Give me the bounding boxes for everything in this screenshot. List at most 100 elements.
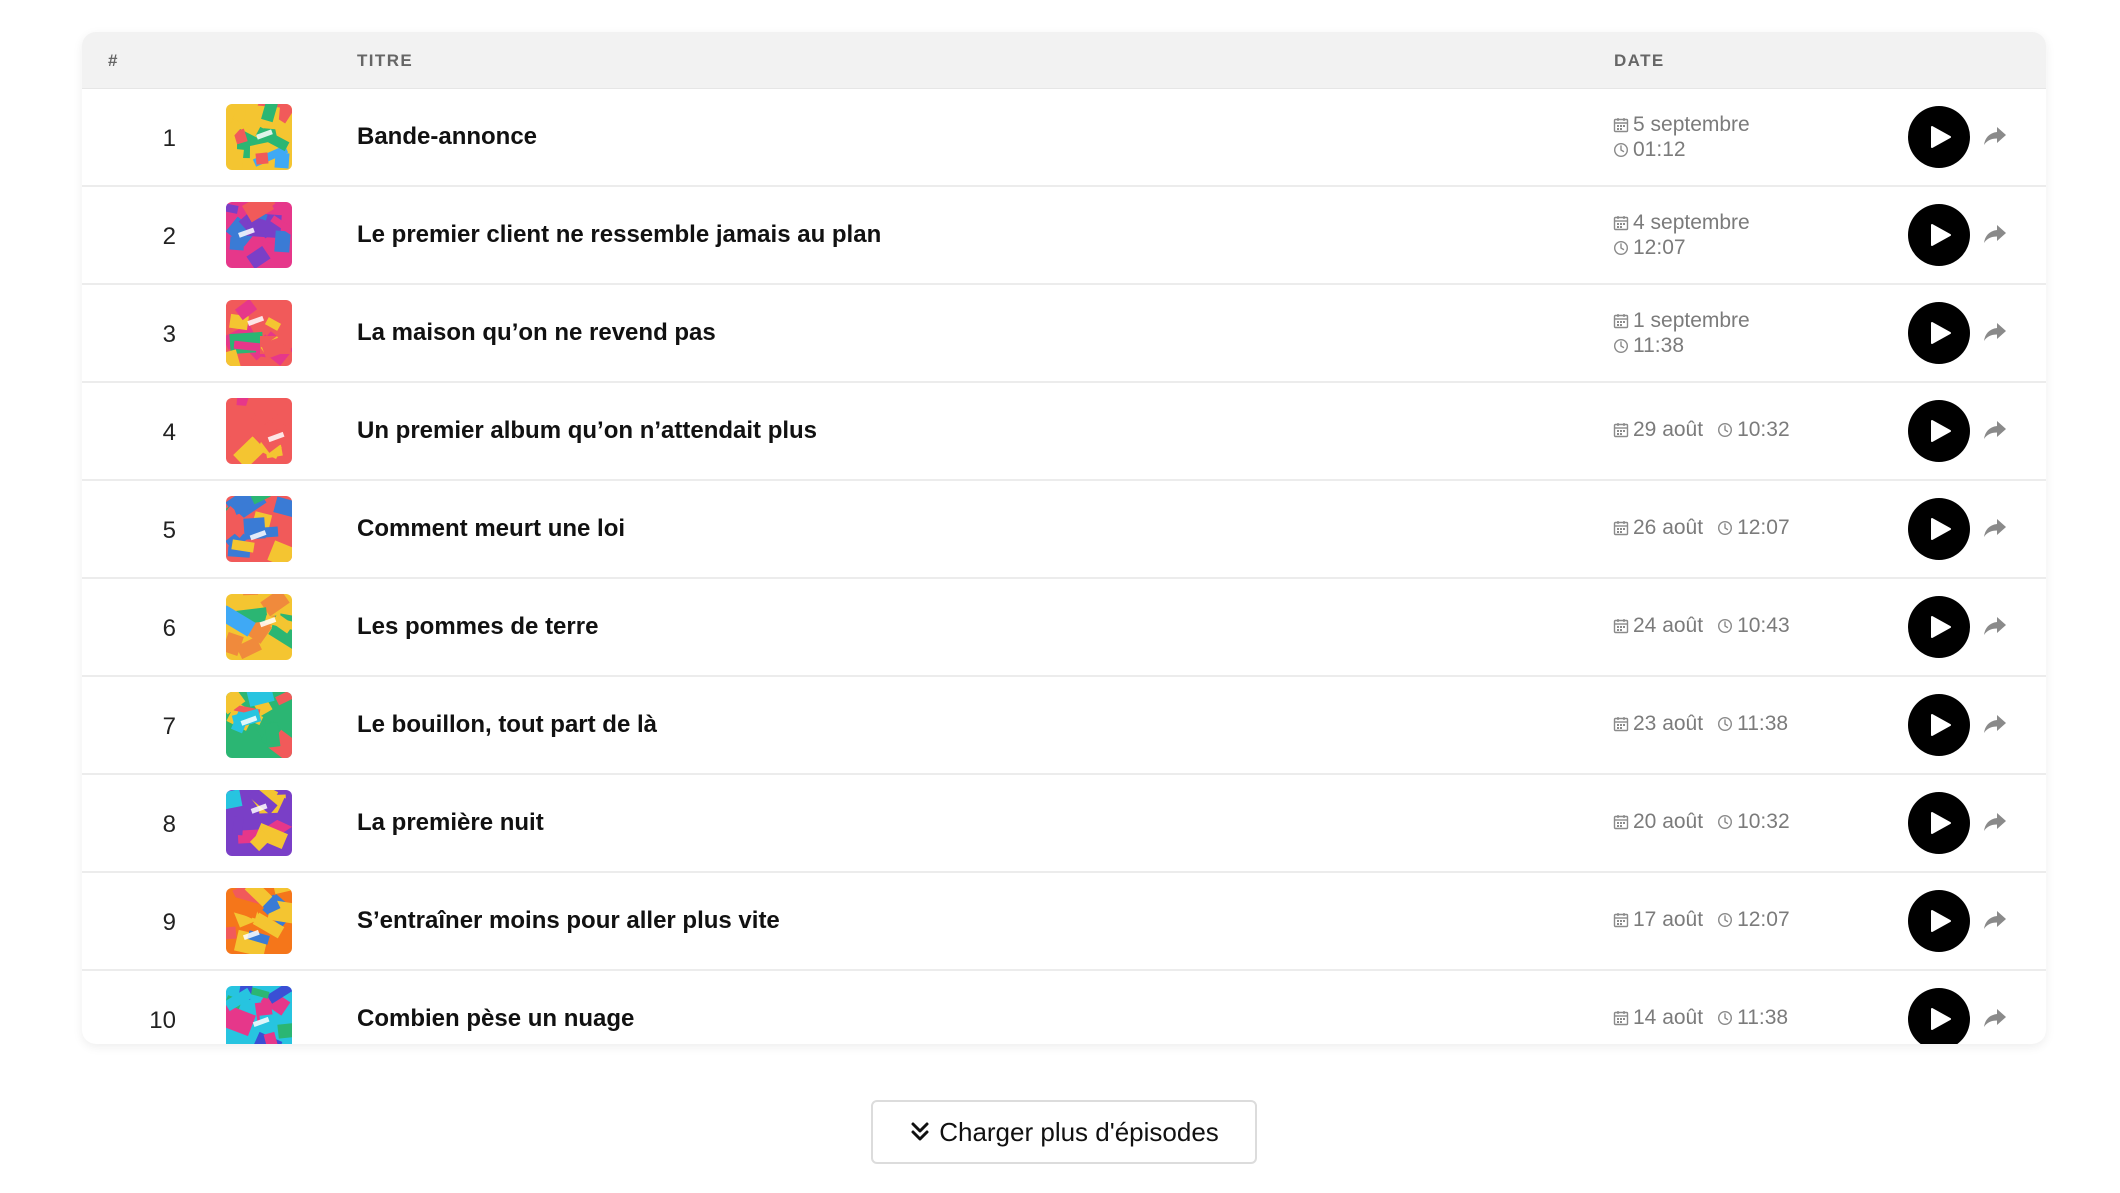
share-icon[interactable] xyxy=(1982,516,2008,540)
episode-thumbnail xyxy=(226,692,292,758)
play-icon xyxy=(1926,321,1952,345)
episode-title[interactable]: Bande-annonce xyxy=(357,123,537,151)
episode-date: 20 août xyxy=(1633,810,1704,833)
episode-title[interactable]: La maison qu’on ne revend pas xyxy=(357,319,716,347)
episode-row[interactable]: 7 Le bouillon, tout part de là 23 août 11:3… xyxy=(82,677,2046,775)
episode-row[interactable]: 5 Comment meurt une loi 26 août 12:07 xyxy=(82,481,2046,579)
episode-number: 9 xyxy=(162,909,176,936)
episode-time: 11:38 xyxy=(1737,712,1789,735)
clock-icon xyxy=(1613,240,1629,256)
load-more-button[interactable]: Charger plus d'épisodes xyxy=(871,1100,1257,1164)
episode-time: 10:43 xyxy=(1737,614,1790,637)
episode-number: 1 xyxy=(162,125,176,152)
episode-row[interactable]: 10 Combien pèse un nuage 14 août 11:38 xyxy=(82,971,2046,1044)
play-button[interactable] xyxy=(1908,988,1970,1044)
calendar-icon xyxy=(1613,520,1629,536)
episode-thumbnail xyxy=(226,300,292,366)
episode-thumbnail xyxy=(226,202,292,268)
episodes-table: # TITRE DATE 1 Bande-annonce 5 septembre 01… xyxy=(82,32,2046,1044)
episode-title[interactable]: Un premier album qu’on n’attendait plus xyxy=(357,417,817,445)
episode-number: 7 xyxy=(162,713,176,740)
episode-date-block: 26 août 12:07 xyxy=(1613,515,1790,541)
share-icon[interactable] xyxy=(1982,124,2008,148)
clock-icon xyxy=(1613,338,1629,354)
share-icon[interactable] xyxy=(1982,1006,2008,1030)
play-icon xyxy=(1926,517,1952,541)
share-icon[interactable] xyxy=(1982,810,2008,834)
episode-date-block: 5 septembre 01:12 xyxy=(1613,112,1750,162)
episode-date: 26 août xyxy=(1633,516,1704,539)
share-icon[interactable] xyxy=(1982,908,2008,932)
episode-title[interactable]: Comment meurt une loi xyxy=(357,515,625,543)
column-header-title: TITRE xyxy=(357,51,414,70)
calendar-icon xyxy=(1613,313,1629,329)
play-button[interactable] xyxy=(1908,694,1970,756)
episode-time: 01:12 xyxy=(1633,138,1686,161)
episode-date-block: 14 août 11:38 xyxy=(1613,1005,1788,1031)
episode-row[interactable]: 2 Le premier client ne ressemble jamais a… xyxy=(82,187,2046,285)
play-button[interactable] xyxy=(1908,302,1970,364)
play-button[interactable] xyxy=(1908,106,1970,168)
episode-date-block: 20 août 10:32 xyxy=(1613,809,1790,835)
share-icon[interactable] xyxy=(1982,418,2008,442)
share-icon[interactable] xyxy=(1982,614,2008,638)
column-header-number: # xyxy=(108,51,119,70)
calendar-icon xyxy=(1613,215,1629,231)
episode-number: 5 xyxy=(162,517,176,544)
episode-row[interactable]: 9 S’entraîner moins pour aller plus vite 1… xyxy=(82,873,2046,971)
clock-icon xyxy=(1717,618,1733,634)
episode-title[interactable]: Le bouillon, tout part de là xyxy=(357,711,657,739)
play-icon xyxy=(1926,811,1952,835)
episode-row[interactable]: 6 Les pommes de terre 24 août 10:43 xyxy=(82,579,2046,677)
share-icon[interactable] xyxy=(1982,222,2008,246)
calendar-icon xyxy=(1613,814,1629,830)
column-header-date: DATE xyxy=(1614,51,1665,70)
play-button[interactable] xyxy=(1908,890,1970,952)
play-button[interactable] xyxy=(1908,498,1970,560)
episode-date-block: 29 août 10:32 xyxy=(1613,417,1790,443)
clock-icon xyxy=(1717,1010,1733,1026)
episode-time: 11:38 xyxy=(1633,334,1684,357)
episode-date: 17 août xyxy=(1633,908,1704,931)
calendar-icon xyxy=(1613,912,1629,928)
episode-thumbnail xyxy=(226,398,292,464)
episode-thumbnail xyxy=(226,986,292,1044)
episode-date: 5 septembre xyxy=(1633,113,1750,136)
episode-thumbnail xyxy=(226,104,292,170)
episode-number: 2 xyxy=(162,223,176,250)
episode-title[interactable]: S’entraîner moins pour aller plus vite xyxy=(357,907,780,935)
episode-date-block: 17 août 12:07 xyxy=(1613,907,1790,933)
calendar-icon xyxy=(1613,117,1629,133)
episode-row[interactable]: 1 Bande-annonce 5 septembre 01:12 xyxy=(82,89,2046,187)
episode-row[interactable]: 3 La maison qu’on ne revend pas 1 septembr… xyxy=(82,285,2046,383)
episode-date-block: 24 août 10:43 xyxy=(1613,613,1790,639)
calendar-icon xyxy=(1613,618,1629,634)
episode-title[interactable]: Le premier client ne ressemble jamais au… xyxy=(357,221,881,249)
play-button[interactable] xyxy=(1908,204,1970,266)
episode-title[interactable]: La première nuit xyxy=(357,809,544,837)
episode-row[interactable]: 8 La première nuit 20 août 10:32 xyxy=(82,775,2046,873)
episode-number: 3 xyxy=(162,321,176,348)
clock-icon xyxy=(1717,422,1733,438)
episode-title[interactable]: Les pommes de terre xyxy=(357,613,598,641)
episode-date: 14 août xyxy=(1633,1006,1704,1029)
clock-icon xyxy=(1717,716,1733,732)
episode-thumbnail xyxy=(226,594,292,660)
share-icon[interactable] xyxy=(1982,712,2008,736)
clock-icon xyxy=(1717,912,1733,928)
calendar-icon xyxy=(1613,716,1629,732)
episode-time: 11:38 xyxy=(1737,1006,1789,1029)
play-button[interactable] xyxy=(1908,792,1970,854)
calendar-icon xyxy=(1613,422,1629,438)
play-button[interactable] xyxy=(1908,400,1970,462)
play-button[interactable] xyxy=(1908,596,1970,658)
load-more-label: Charger plus d'épisodes xyxy=(939,1116,1219,1147)
episode-title[interactable]: Combien pèse un nuage xyxy=(357,1005,634,1033)
episode-date: 1 septembre xyxy=(1633,309,1750,332)
share-icon[interactable] xyxy=(1982,320,2008,344)
calendar-icon xyxy=(1613,1010,1629,1026)
episode-number: 8 xyxy=(162,811,176,838)
episode-row[interactable]: 4 Un premier album qu’on n’attendait plus… xyxy=(82,383,2046,481)
double-chevron-down-icon xyxy=(911,1122,929,1141)
episode-date-block: 23 août 11:38 xyxy=(1613,711,1788,737)
